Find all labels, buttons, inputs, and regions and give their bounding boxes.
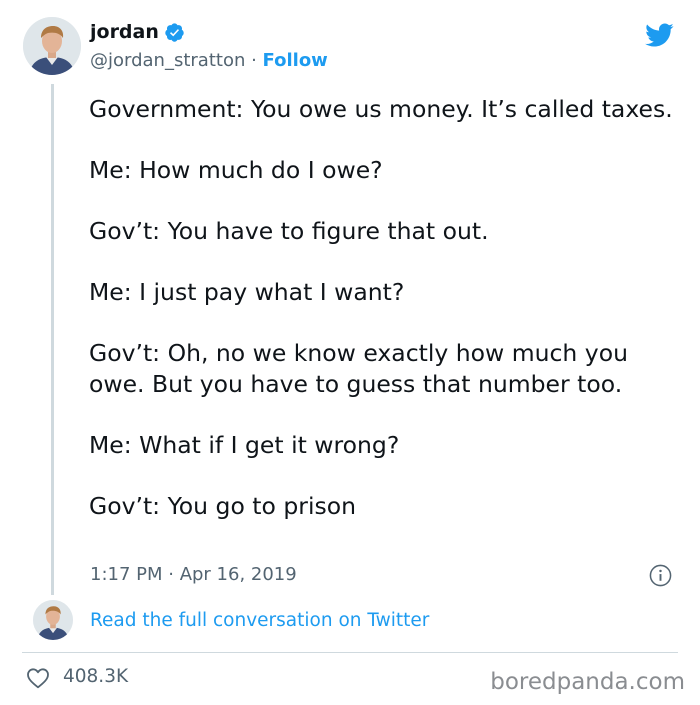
tweet-paragraph: Me: I just pay what I want? bbox=[89, 278, 405, 306]
twitter-bird-icon[interactable] bbox=[642, 20, 676, 50]
author-handle[interactable]: @jordan_stratton bbox=[90, 50, 245, 71]
tweet-text: Government: You owe us money. It’s calle… bbox=[89, 94, 684, 521]
verified-badge-icon bbox=[165, 22, 184, 42]
handle-separator: · bbox=[245, 50, 263, 71]
tweet-paragraph: Me: How much do I owe? bbox=[89, 156, 383, 184]
like-count: 408.3K bbox=[63, 666, 129, 687]
follow-button[interactable]: Follow bbox=[263, 50, 328, 71]
author-avatar-image bbox=[23, 17, 81, 75]
tweet-timestamp[interactable]: 1:17 PM · Apr 16, 2019 bbox=[90, 564, 297, 585]
thread-connector-line bbox=[51, 84, 54, 595]
author-name-row[interactable]: jordan bbox=[90, 21, 185, 43]
tweet-paragraph: Gov’t: You go to prison bbox=[89, 491, 356, 520]
conversation-avatar[interactable] bbox=[33, 600, 73, 640]
info-icon[interactable] bbox=[649, 564, 672, 587]
author-avatar[interactable] bbox=[23, 17, 81, 75]
conversation-avatar-image bbox=[33, 600, 73, 640]
tweet-paragraph: Government: You owe us money. It’s calle… bbox=[89, 95, 673, 123]
divider bbox=[22, 652, 678, 653]
tweet-paragraph: Gov’t: You have to figure that out. bbox=[89, 217, 489, 245]
watermark-text: boredpanda.com bbox=[490, 669, 685, 695]
author-handle-row: @jordan_stratton · Follow bbox=[90, 50, 328, 71]
author-display-name[interactable]: jordan bbox=[90, 21, 159, 43]
tweet-paragraph: Gov’t: Oh, no we know exactly how much y… bbox=[89, 339, 628, 398]
read-full-conversation-link[interactable]: Read the full conversation on Twitter bbox=[90, 610, 429, 631]
heart-icon[interactable] bbox=[26, 667, 50, 689]
tweet-paragraph: Me: What if I get it wrong? bbox=[89, 430, 400, 459]
